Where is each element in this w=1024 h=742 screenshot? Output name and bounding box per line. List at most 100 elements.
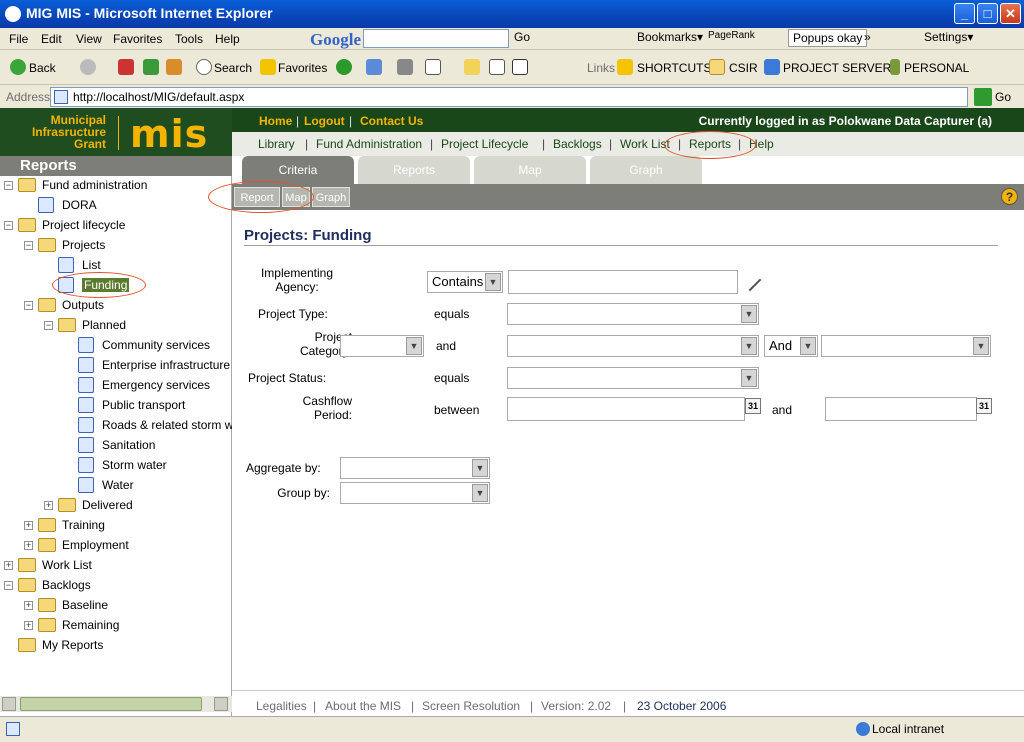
subtab-report[interactable]: Report xyxy=(234,187,280,207)
collapse-icon[interactable]: − xyxy=(44,321,53,330)
collapse-icon[interactable]: − xyxy=(4,221,13,230)
help-icon[interactable]: ? xyxy=(1001,188,1018,205)
tree-item-list[interactable]: List xyxy=(44,256,232,276)
expand-icon[interactable]: + xyxy=(24,621,33,630)
subtab-graph[interactable]: Graph xyxy=(312,187,350,207)
tree-item-enterprise-infrastructure[interactable]: Enterprise infrastructure xyxy=(64,356,232,376)
footer-legalities[interactable]: Legalities xyxy=(256,699,307,713)
expand-icon[interactable]: + xyxy=(4,561,13,570)
tree-item-community-services[interactable]: Community services xyxy=(64,336,232,356)
tab-graph[interactable]: Graph xyxy=(590,156,702,184)
tree-item-delivered[interactable]: + Delivered xyxy=(44,496,232,516)
more-chevron-icon[interactable]: » xyxy=(864,30,871,44)
favorites-star-icon[interactable] xyxy=(260,59,276,75)
menu-file[interactable]: File xyxy=(9,32,28,46)
project-type-select[interactable]: ▼ xyxy=(507,303,759,325)
collapse-icon[interactable]: − xyxy=(24,301,33,310)
chevron-down-icon[interactable]: ▼ xyxy=(741,369,757,387)
nav-project-lifecycle[interactable]: Project Lifecycle xyxy=(441,137,528,151)
tree-item-remaining[interactable]: + Remaining xyxy=(24,616,232,636)
nav-backlogs[interactable]: Backlogs xyxy=(553,137,602,151)
chevron-down-icon[interactable]: ▼ xyxy=(406,337,422,355)
nav-work-list[interactable]: Work List xyxy=(620,137,670,151)
cashflow-end-input[interactable] xyxy=(825,397,977,421)
scroll-right-icon[interactable] xyxy=(214,697,228,711)
implementing-agency-input[interactable] xyxy=(508,270,738,294)
horizontal-scrollbar[interactable] xyxy=(0,696,232,712)
tree-item-project-lifecycle[interactable]: − Project lifecycle xyxy=(4,216,232,236)
tab-criteria[interactable]: Criteria xyxy=(242,156,354,184)
search-icon[interactable] xyxy=(196,59,212,75)
tree-item-employment[interactable]: + Employment xyxy=(24,536,232,556)
tab-reports[interactable]: Reports xyxy=(358,156,470,184)
collapse-icon[interactable]: − xyxy=(24,241,33,250)
discuss-icon[interactable] xyxy=(464,59,480,75)
messenger-icon[interactable] xyxy=(512,59,528,75)
collapse-icon[interactable]: − xyxy=(4,581,13,590)
tree-item-projects[interactable]: − Projects xyxy=(24,236,232,256)
and-operator-select[interactable]: And ▼ xyxy=(764,335,818,357)
calendar-icon[interactable]: 31 xyxy=(976,398,992,414)
tree-item-roads-storm-water[interactable]: Roads & related storm wat xyxy=(64,416,232,436)
chevron-down-icon[interactable]: ▼ xyxy=(472,484,488,502)
chevron-down-icon[interactable]: ▼ xyxy=(741,305,757,323)
project-category-second-select[interactable]: ▼ xyxy=(821,335,991,357)
forward-arrow-icon[interactable] xyxy=(80,59,96,75)
chevron-down-icon[interactable]: ▼ xyxy=(973,337,989,355)
group-by-select[interactable]: ▼ xyxy=(340,482,490,504)
address-input[interactable]: http://localhost/MIG/default.aspx xyxy=(50,87,968,107)
project-category-value-select[interactable]: ▼ xyxy=(507,335,759,357)
tree-item-training[interactable]: + Training xyxy=(24,516,232,536)
back-arrow-icon[interactable] xyxy=(10,59,26,75)
tree-item-backlogs[interactable]: − Backlogs xyxy=(4,576,232,596)
google-go-button[interactable]: Go xyxy=(514,30,530,44)
aggregate-by-select[interactable]: ▼ xyxy=(340,457,490,479)
expand-icon[interactable]: + xyxy=(44,501,53,510)
nav-help[interactable]: Help xyxy=(749,137,774,151)
tree-item-emergency-services[interactable]: Emergency services xyxy=(64,376,232,396)
link-csir[interactable]: CSIR xyxy=(729,61,758,75)
tree-item-my-reports[interactable]: My Reports xyxy=(4,636,232,656)
expand-icon[interactable]: + xyxy=(24,601,33,610)
home-link[interactable]: Home xyxy=(259,114,292,128)
close-button[interactable]: ✕ xyxy=(1000,3,1021,24)
settings-button[interactable]: Settings▾ xyxy=(924,30,973,44)
tree-item-outputs[interactable]: − Outputs xyxy=(24,296,232,316)
project-category-select[interactable]: ▼ xyxy=(340,335,424,357)
chevron-down-icon[interactable]: ▼ xyxy=(741,337,757,355)
link-project-servers[interactable]: PROJECT SERVERS xyxy=(783,61,899,75)
minimize-button[interactable]: _ xyxy=(954,3,975,24)
edit-icon[interactable] xyxy=(425,59,441,75)
cashflow-start-input[interactable] xyxy=(507,397,745,421)
research-icon[interactable] xyxy=(489,59,505,75)
menu-help[interactable]: Help xyxy=(215,32,240,46)
maximize-button[interactable]: □ xyxy=(977,3,998,24)
expand-icon[interactable]: + xyxy=(24,521,33,530)
go-arrow-icon[interactable] xyxy=(974,88,992,106)
stop-icon[interactable] xyxy=(118,59,134,75)
tree-item-water[interactable]: Water xyxy=(64,476,232,496)
chevron-down-icon[interactable]: ▼ xyxy=(485,273,501,291)
chevron-down-icon[interactable]: ▼ xyxy=(472,459,488,477)
logout-link[interactable]: Logout xyxy=(304,114,345,128)
link-personal[interactable]: PERSONAL xyxy=(904,61,969,75)
calendar-icon[interactable]: 31 xyxy=(745,398,761,414)
contact-us-link[interactable]: Contact Us xyxy=(360,114,423,128)
expand-icon[interactable]: + xyxy=(24,541,33,550)
implementing-agency-operator[interactable]: Contains ▼ xyxy=(427,271,503,293)
tree-item-fund-administration[interactable]: − Fund administration xyxy=(4,176,232,196)
google-search-input[interactable] xyxy=(363,29,509,48)
nav-reports[interactable]: Reports xyxy=(689,137,731,151)
bookmarks-button[interactable]: Bookmarks▾ xyxy=(637,30,703,44)
menu-favorites[interactable]: Favorites xyxy=(113,32,162,46)
refresh-icon[interactable] xyxy=(143,59,159,75)
menu-tools[interactable]: Tools xyxy=(175,32,203,46)
menu-edit[interactable]: Edit xyxy=(41,32,62,46)
project-status-select[interactable]: ▼ xyxy=(507,367,759,389)
print-icon[interactable] xyxy=(397,59,413,75)
tree-item-public-transport[interactable]: Public transport xyxy=(64,396,232,416)
tab-map[interactable]: Map xyxy=(474,156,586,184)
subtab-map[interactable]: Map xyxy=(282,187,310,207)
menu-view[interactable]: View xyxy=(76,32,102,46)
collapse-icon[interactable]: − xyxy=(4,181,13,190)
